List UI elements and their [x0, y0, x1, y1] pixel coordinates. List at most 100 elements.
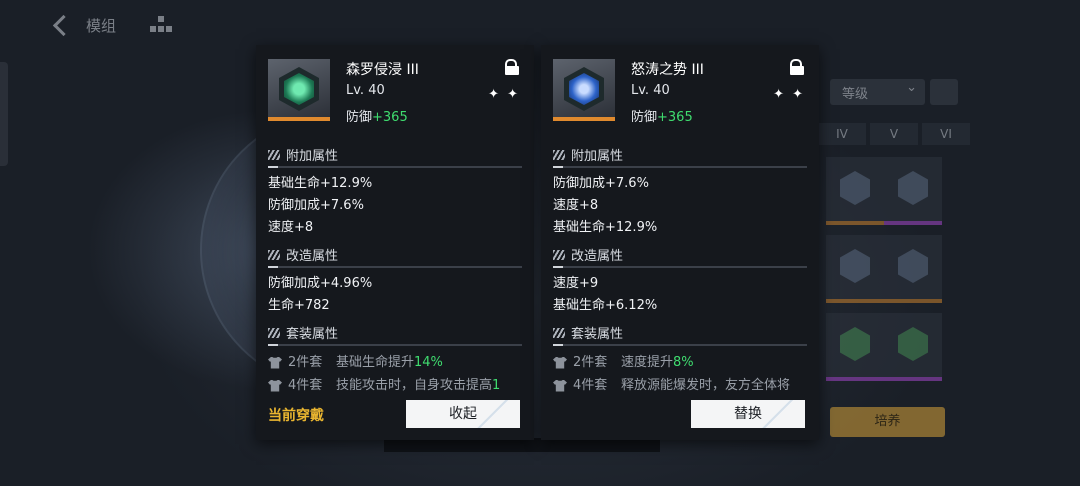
tab-tier-4[interactable]: IV	[818, 123, 866, 145]
divider	[553, 344, 807, 346]
set-pieces: 4件套	[288, 378, 323, 393]
stars-icon: ✦ ✦	[773, 87, 805, 102]
section-title: 附加属性	[571, 149, 624, 164]
module-card-equipped: 森罗侵浸 III Lv. 40 防御+365 ✦ ✦ 附加属性 基础生命+12.…	[256, 45, 534, 440]
section-title: 改造属性	[571, 249, 624, 264]
stat-line: 基础生命+6.12%	[553, 298, 658, 313]
stat-line: 防御加成+7.6%	[553, 176, 649, 191]
inventory-panel: 等级 IV V VI 培养	[818, 75, 1080, 455]
tab-tier-6[interactable]: VI	[922, 123, 970, 145]
hierarchy-icon[interactable]	[150, 16, 173, 34]
divider	[268, 166, 522, 168]
replace-button[interactable]: 替换	[691, 400, 805, 428]
collapse-button[interactable]: 收起	[406, 400, 520, 428]
main-stat-value: +365	[372, 110, 408, 125]
section-title: 套装属性	[571, 327, 624, 342]
set-desc-text: 基础生命提升	[336, 355, 415, 370]
stat-line: 速度+8	[553, 198, 599, 213]
divider	[268, 344, 522, 346]
set-desc-text: 释放源能爆发时，友方全体将	[621, 378, 791, 393]
set-pieces: 2件套	[573, 355, 608, 370]
sort-dropdown[interactable]: 等级	[830, 79, 925, 105]
section-header-set: 套装属性	[553, 323, 807, 342]
stripes-icon	[553, 149, 565, 160]
section-header-set: 套装属性	[268, 323, 522, 342]
stat-line: 防御加成+4.96%	[268, 276, 373, 291]
divider	[553, 266, 807, 268]
section-header-extra: 附加属性	[268, 145, 522, 164]
stripes-icon	[268, 249, 280, 260]
set-desc: 释放源能爆发时，友方全体将	[621, 374, 790, 397]
set-pieces: 2件套	[288, 355, 323, 370]
cultivate-button[interactable]: 培养	[830, 407, 945, 437]
set-pieces: 4件套	[573, 378, 608, 393]
stat-line: 速度+8	[268, 220, 314, 235]
inventory-slot[interactable]	[826, 157, 884, 225]
stat-line: 防御加成+7.6%	[268, 198, 364, 213]
stripes-icon	[268, 149, 280, 160]
stat-line: 基础生命+12.9%	[268, 176, 373, 191]
module-level: Lv. 40	[631, 83, 670, 98]
page-title: 模组	[86, 16, 117, 35]
module-thumbnail	[268, 59, 330, 121]
sort-order-button[interactable]	[930, 79, 958, 105]
module-name: 森罗侵浸 III	[346, 62, 419, 78]
set-desc: 速度提升8%	[621, 351, 694, 374]
section-header-extra: 附加属性	[553, 145, 807, 164]
set-desc: 技能攻击时，自身攻击提高1	[336, 374, 500, 397]
stat-line: 速度+9	[553, 276, 599, 291]
inventory-slot[interactable]	[884, 157, 942, 225]
stat-line: 基础生命+12.9%	[553, 220, 658, 235]
unlock-icon[interactable]	[504, 59, 520, 75]
main-stat: 防御+365	[346, 106, 408, 125]
back-arrow-icon[interactable]	[50, 14, 72, 36]
main-stat-label: 防御	[346, 110, 373, 125]
set-desc-text: 技能攻击时，自身攻击提高	[336, 378, 493, 393]
section-title: 套装属性	[286, 327, 339, 342]
stat-line: 生命+782	[268, 298, 330, 313]
equipped-status: 当前穿戴	[268, 408, 324, 424]
set-bonus-row: 2件套 基础生命提升14%	[268, 351, 522, 374]
divider	[553, 166, 807, 168]
shirt-icon	[268, 356, 282, 369]
tab-tier-5[interactable]: V	[870, 123, 918, 145]
tier-tabs: IV V VI	[818, 123, 970, 145]
bottom-shadow-bar	[384, 438, 660, 452]
stripes-icon	[553, 327, 565, 338]
stripes-icon	[268, 327, 280, 338]
side-handle[interactable]	[0, 62, 8, 166]
unlock-icon[interactable]	[789, 59, 805, 75]
section-title: 附加属性	[286, 149, 339, 164]
module-level: Lv. 40	[346, 83, 385, 98]
module-thumbnail	[553, 59, 615, 121]
module-card-candidate: 怒涛之势 III Lv. 40 防御+365 ✦ ✦ 附加属性 防御加成+7.6…	[541, 45, 819, 440]
wave-emblem-icon	[564, 67, 604, 111]
stars-icon: ✦ ✦	[488, 87, 520, 102]
shirt-icon	[268, 379, 282, 392]
section-title: 改造属性	[286, 249, 339, 264]
forest-emblem-icon	[279, 67, 319, 111]
shirt-icon	[553, 356, 567, 369]
main-stat: 防御+365	[631, 106, 693, 125]
module-name: 怒涛之势 III	[631, 62, 704, 78]
set-bonus-row: 4件套 释放源能爆发时，友方全体将	[553, 374, 807, 397]
inventory-slot[interactable]	[826, 235, 884, 303]
inventory-slot[interactable]	[884, 235, 942, 303]
inventory-slot[interactable]	[884, 313, 942, 381]
shirt-icon	[553, 379, 567, 392]
section-header-mod: 改造属性	[553, 245, 807, 264]
top-bar: 模组	[50, 14, 173, 36]
main-stat-label: 防御	[631, 110, 658, 125]
set-bonus-row: 4件套 技能攻击时，自身攻击提高1	[268, 374, 522, 397]
set-desc-text: 速度提升	[621, 355, 674, 370]
section-header-mod: 改造属性	[268, 245, 522, 264]
set-value: 14%	[414, 355, 443, 370]
divider	[268, 266, 522, 268]
set-desc: 基础生命提升14%	[336, 351, 443, 374]
stripes-icon	[553, 249, 565, 260]
main-stat-value: +365	[657, 110, 693, 125]
inventory-slot[interactable]	[826, 313, 884, 381]
set-value: 8%	[673, 355, 694, 370]
set-bonus-row: 2件套 速度提升8%	[553, 351, 807, 374]
set-value: 1	[492, 378, 501, 393]
